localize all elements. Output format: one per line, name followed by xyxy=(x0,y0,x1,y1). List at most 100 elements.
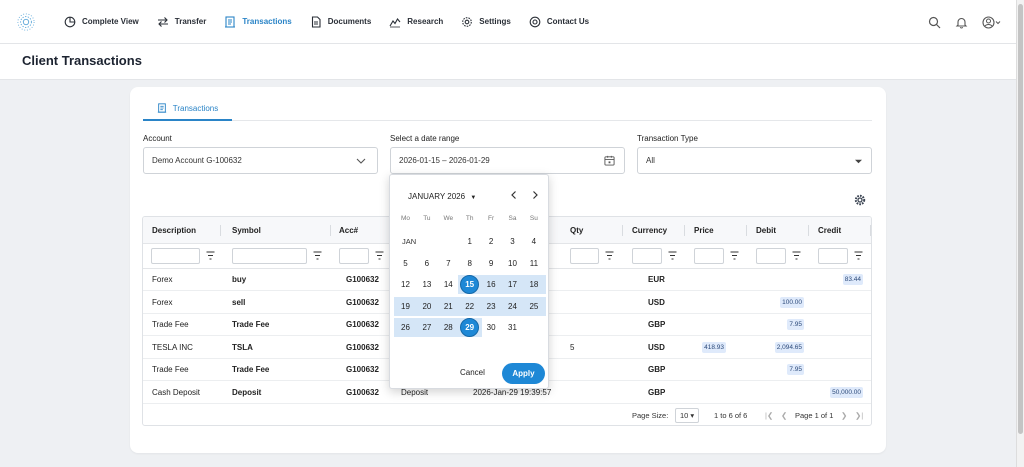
column-header-description[interactable]: Description xyxy=(152,217,196,244)
column-separator[interactable] xyxy=(622,225,623,236)
caret-down-icon xyxy=(855,159,862,164)
column-header-credit[interactable]: Credit xyxy=(818,217,841,244)
column-header-price[interactable]: Price xyxy=(694,217,714,244)
qty-filter-input[interactable] xyxy=(570,248,599,264)
nav-contact-us[interactable]: Contact Us xyxy=(520,0,598,44)
filter-icon[interactable] xyxy=(854,251,863,260)
tab-bar: Transactions xyxy=(143,97,872,121)
calendar-day[interactable]: 15 xyxy=(459,275,480,294)
date-range-input[interactable]: 2026-01-15 – 2026-01-29 xyxy=(390,147,625,174)
column-separator[interactable] xyxy=(746,225,747,236)
bell-icon[interactable] xyxy=(955,16,968,29)
row-range-label: 1 to 6 of 6 xyxy=(714,411,748,420)
scrollbar-thumb[interactable] xyxy=(1018,4,1023,434)
calendar-day[interactable]: 16 xyxy=(481,275,502,294)
calendar-day[interactable]: 28 xyxy=(438,318,459,337)
calendar-day[interactable]: 12 xyxy=(395,275,416,294)
calendar-day[interactable]: 20 xyxy=(416,297,437,316)
filter-icon[interactable] xyxy=(605,251,614,260)
calendar-icon[interactable] xyxy=(604,155,615,166)
calendar-day[interactable]: 5 xyxy=(395,254,416,273)
transaction-type-select[interactable]: All xyxy=(637,147,872,174)
cell-credit: 83.44 xyxy=(842,274,863,285)
grid-settings-gear-icon[interactable] xyxy=(854,194,866,206)
column-separator[interactable] xyxy=(220,225,221,236)
calendar-day[interactable]: 24 xyxy=(502,297,523,316)
last-page-icon[interactable]: ❯| xyxy=(855,411,863,420)
column-header-debit[interactable]: Debit xyxy=(756,217,776,244)
column-header-symbol[interactable]: Symbol xyxy=(232,217,261,244)
calendar-day[interactable]: 14 xyxy=(438,275,459,294)
calendar-day[interactable]: 9 xyxy=(481,254,502,273)
calendar-day[interactable]: 10 xyxy=(502,254,523,273)
nav-transfer[interactable]: Transfer xyxy=(148,0,216,44)
column-header-acc[interactable]: Acc# xyxy=(339,217,358,244)
next-page-icon[interactable]: ❯ xyxy=(841,411,847,420)
calendar-day[interactable]: 18 xyxy=(523,275,544,294)
page-size-value: 10 xyxy=(680,411,689,420)
user-account-icon[interactable] xyxy=(982,15,1002,29)
calendar-day[interactable]: 27 xyxy=(416,318,437,337)
column-separator[interactable] xyxy=(684,225,685,236)
nav-settings[interactable]: Settings xyxy=(452,0,520,44)
calendar-day[interactable]: 31 xyxy=(502,318,523,337)
brand-logo-icon[interactable] xyxy=(17,12,35,31)
transaction-type-label: Transaction Type xyxy=(637,134,698,143)
search-icon[interactable] xyxy=(928,16,941,29)
date-range-label: Select a date range xyxy=(390,134,460,143)
previous-page-icon[interactable]: ❮ xyxy=(781,411,787,420)
price-filter-input[interactable] xyxy=(694,248,724,264)
column-separator[interactable] xyxy=(808,225,809,236)
cell-debit: 2,094.65 xyxy=(774,341,804,353)
calendar-day[interactable]: 6 xyxy=(416,254,437,273)
account-select[interactable]: Demo Account G-100632 xyxy=(143,147,378,174)
page-size-select[interactable]: 10 ▾ xyxy=(675,408,700,423)
calendar-day[interactable]: 23 xyxy=(481,297,502,316)
calendar-day[interactable]: 29 xyxy=(459,318,480,337)
nav-transactions[interactable]: Transactions xyxy=(215,0,300,44)
credit-filter-input[interactable] xyxy=(818,248,848,264)
calendar-day[interactable]: 1 xyxy=(459,232,480,251)
calendar-day[interactable]: 4 xyxy=(523,232,544,251)
column-header-qty[interactable]: Qty xyxy=(570,217,583,244)
cell-description: TESLA INC xyxy=(152,342,193,352)
cell-acc: G100632 xyxy=(346,320,379,329)
filter-icon[interactable] xyxy=(313,251,322,260)
calendar-day[interactable]: 21 xyxy=(438,297,459,316)
nav-research[interactable]: Research xyxy=(380,0,452,44)
tab-transactions[interactable]: Transactions xyxy=(143,97,232,121)
calendar-day[interactable]: 30 xyxy=(481,318,502,337)
filter-icon[interactable] xyxy=(206,251,215,260)
calendar-day[interactable]: 3 xyxy=(502,232,523,251)
description-filter-input[interactable] xyxy=(151,248,200,264)
calendar-day[interactable]: 11 xyxy=(523,254,544,273)
cell-currency: EUR xyxy=(648,275,665,284)
calendar-day[interactable]: 8 xyxy=(459,254,480,273)
column-separator[interactable] xyxy=(870,225,871,236)
calendar-day[interactable]: 2 xyxy=(481,232,502,251)
calendar-day[interactable]: 19 xyxy=(395,297,416,316)
filter-icon[interactable] xyxy=(375,251,384,260)
ledger-icon xyxy=(225,15,236,28)
acc-filter-input[interactable] xyxy=(339,248,369,264)
calendar-day[interactable]: 17 xyxy=(502,275,523,294)
calendar-day[interactable]: 25 xyxy=(523,297,544,316)
calendar-day[interactable]: 26 xyxy=(395,318,416,337)
filter-icon[interactable] xyxy=(668,251,677,260)
nav-complete-view[interactable]: Complete View xyxy=(55,0,148,44)
calendar-day[interactable]: 22 xyxy=(459,297,480,316)
filter-icon[interactable] xyxy=(730,251,739,260)
column-header-currency[interactable]: Currency xyxy=(632,217,667,244)
nav-documents[interactable]: Documents xyxy=(301,0,381,44)
page-scrollbar[interactable] xyxy=(1016,0,1024,467)
cell-description: Trade Fee xyxy=(152,320,189,329)
calendar-day[interactable]: 7 xyxy=(438,254,459,273)
debit-filter-input[interactable] xyxy=(756,248,786,264)
nav-label: Documents xyxy=(327,17,372,26)
filter-icon[interactable] xyxy=(792,251,801,260)
calendar-day[interactable]: 13 xyxy=(416,275,437,294)
first-page-icon[interactable]: |❮ xyxy=(765,411,773,420)
column-separator[interactable] xyxy=(330,225,331,236)
symbol-filter-input[interactable] xyxy=(232,248,307,264)
currency-filter-input[interactable] xyxy=(632,248,662,264)
